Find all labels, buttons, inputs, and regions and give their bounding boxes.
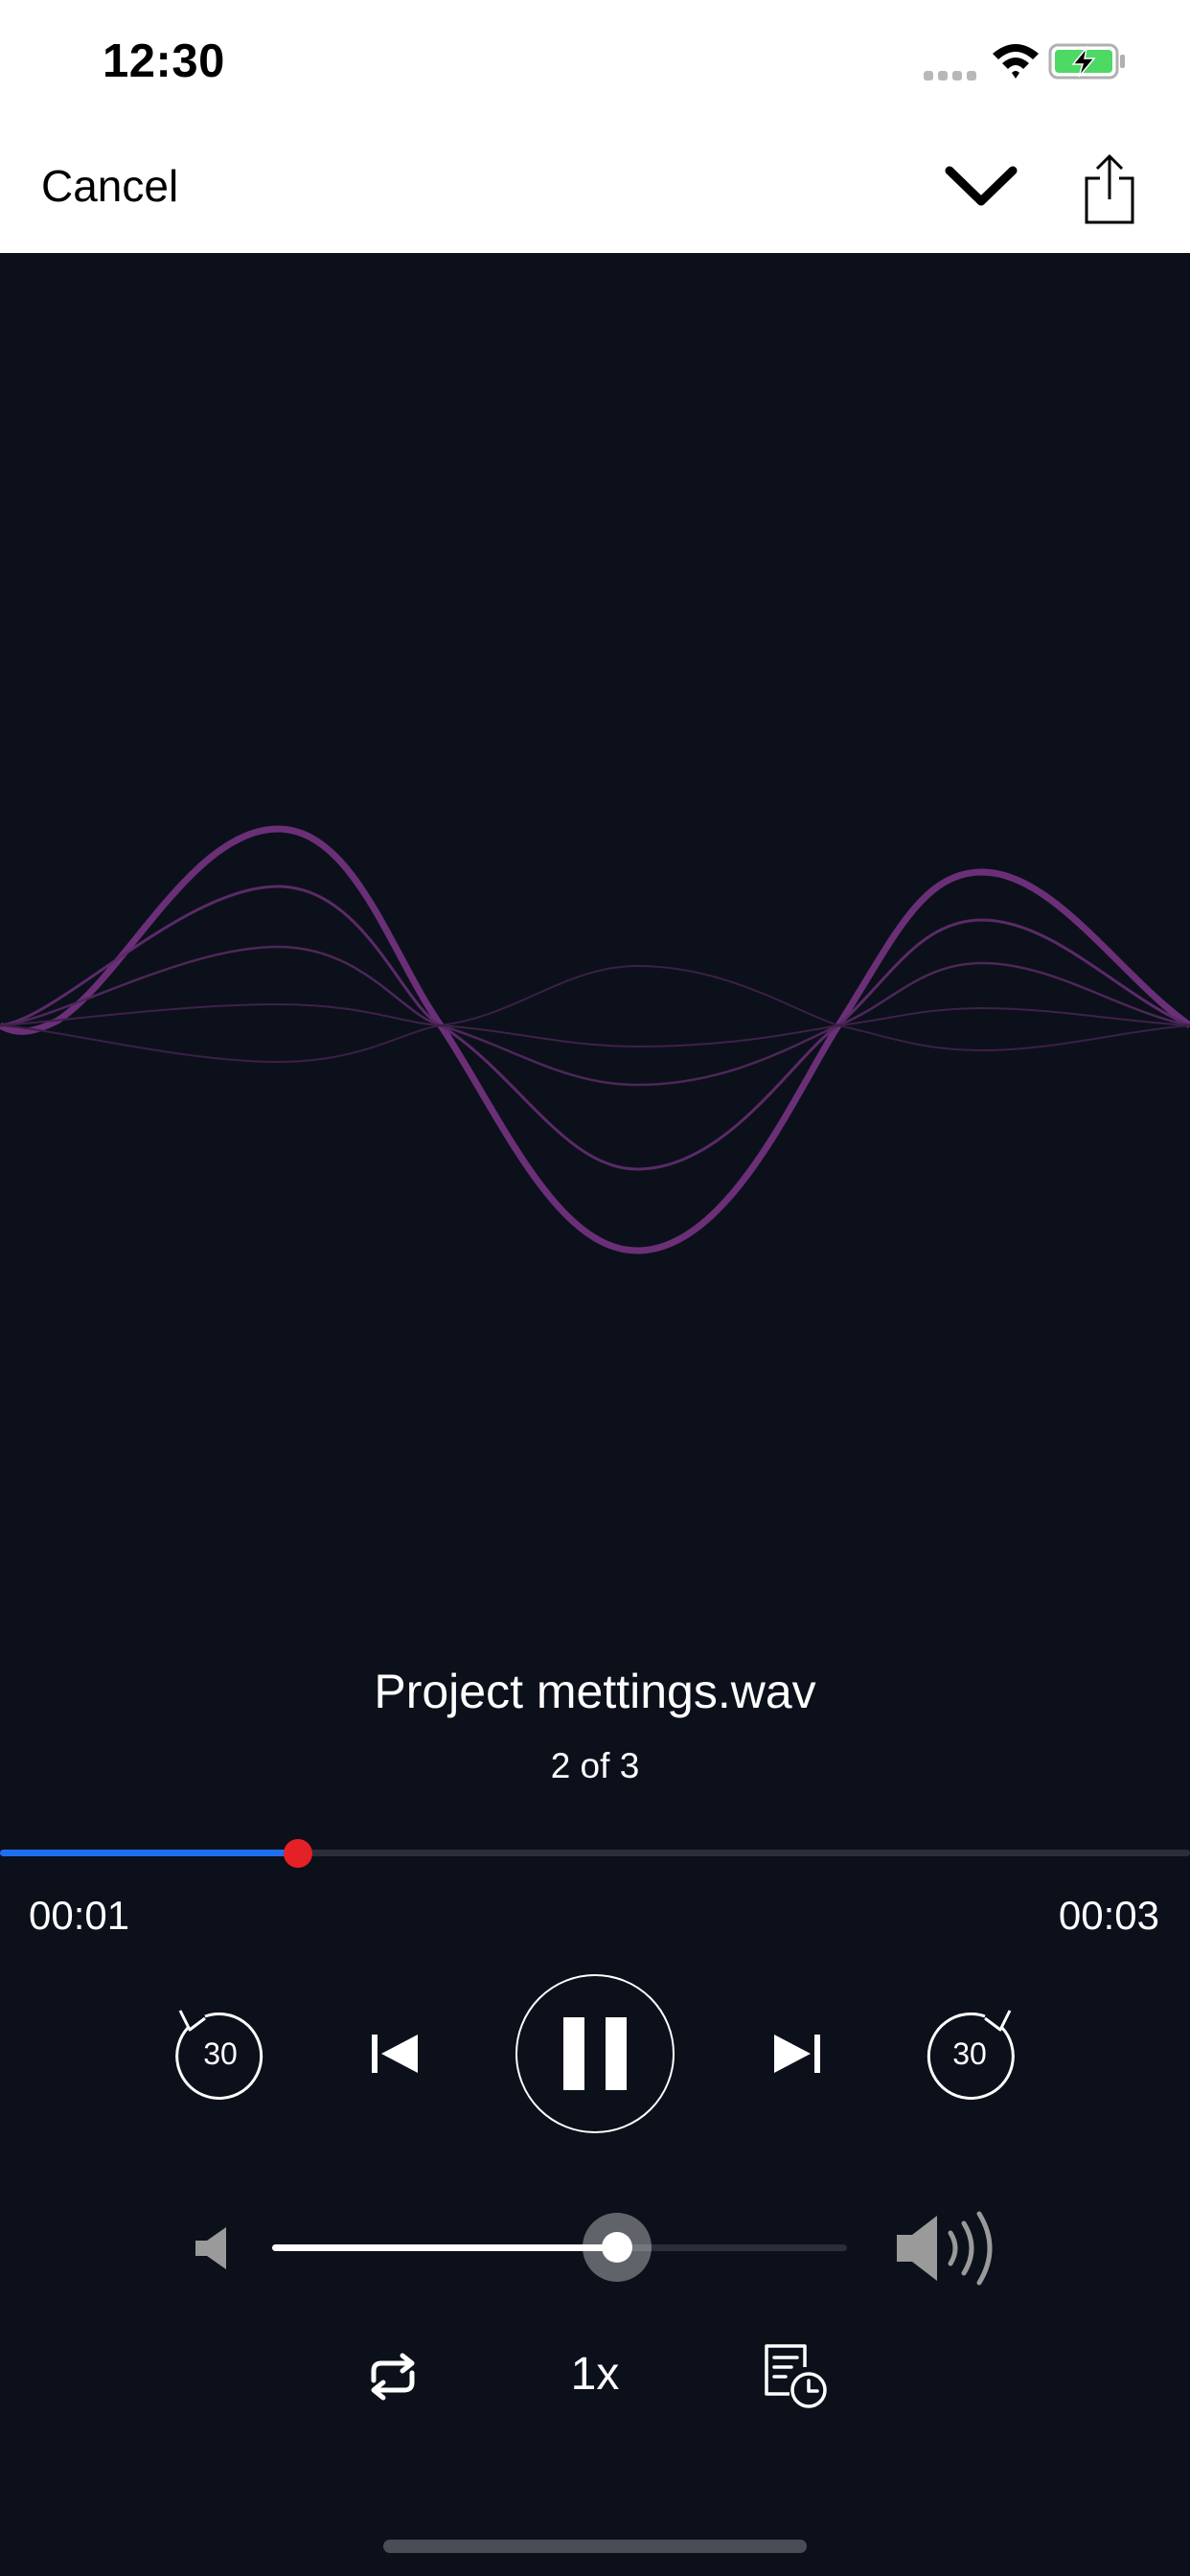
progress-slider[interactable] (0, 1839, 1190, 1868)
skip-back-button[interactable]: 30 (172, 2003, 268, 2104)
waveform-line (0, 964, 1190, 1064)
share-icon[interactable] (1081, 153, 1138, 225)
signal-dots-icon (924, 71, 976, 80)
repeat-icon[interactable] (362, 2350, 423, 2404)
waveform-line (0, 825, 1190, 1254)
volume-low-icon (195, 2227, 226, 2269)
track-position: 2 of 3 (550, 1746, 640, 1785)
skip-forward-button[interactable]: 30 (922, 2003, 1018, 2104)
pause-icon (563, 2017, 627, 2090)
audio-player-screen: 12:30 Cancel Project mettings.wav 2 of 3… (0, 0, 1190, 2576)
progress-fill (0, 1850, 298, 1856)
home-indicator (383, 2540, 807, 2553)
status-icons (924, 43, 1125, 80)
progress-thumb[interactable] (283, 1839, 312, 1868)
playback-speed-button[interactable]: 1x (546, 2348, 644, 2401)
battery-charging-icon (1048, 43, 1125, 80)
wifi-icon (993, 44, 1039, 79)
volume-fill (272, 2244, 617, 2251)
chevron-down-icon[interactable] (944, 161, 1018, 215)
total-duration: 00:03 (1058, 1893, 1159, 1938)
volume-slider[interactable] (272, 2213, 847, 2282)
previous-track-button[interactable] (364, 2027, 425, 2081)
pause-button[interactable] (515, 1974, 675, 2133)
skip-forward-seconds: 30 (952, 2036, 987, 2071)
waveform-line (0, 1002, 1190, 1048)
waveform-line (0, 885, 1190, 1171)
volume-high-icon (897, 2211, 993, 2286)
cancel-button[interactable]: Cancel (41, 160, 178, 212)
audio-waveform-visualizer (0, 825, 1190, 1254)
previous-track-icon (372, 2035, 418, 2073)
track-title: Project mettings.wav (374, 1665, 816, 1718)
top-bar: 12:30 Cancel (0, 0, 1190, 253)
elapsed-time: 00:01 (29, 1893, 130, 1938)
waveform-line (0, 945, 1190, 1087)
status-time: 12:30 (103, 35, 225, 87)
volume-thumb[interactable] (583, 2213, 652, 2282)
sleep-timer-icon[interactable] (763, 2342, 830, 2409)
next-track-button[interactable] (767, 2027, 828, 2081)
skip-back-seconds: 30 (203, 2036, 238, 2071)
next-track-icon (774, 2035, 820, 2073)
